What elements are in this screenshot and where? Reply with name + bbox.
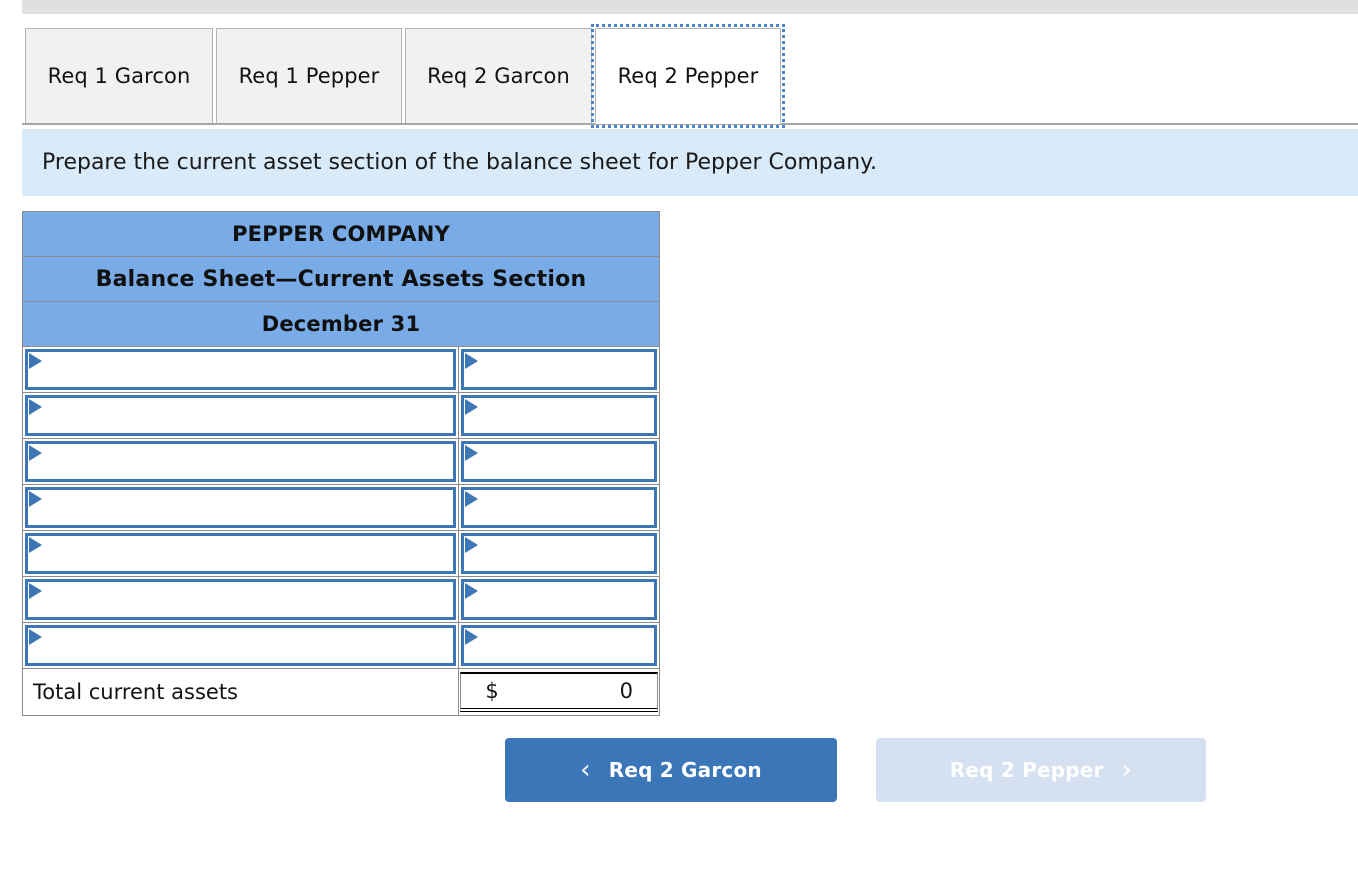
- dropdown-triangle-icon[interactable]: [29, 491, 42, 507]
- tab-label: Req 2 Garcon: [427, 64, 570, 88]
- dropdown-triangle-icon[interactable]: [465, 537, 479, 553]
- dropdown-triangle-icon[interactable]: [29, 399, 42, 415]
- sheet-subtitle: Balance Sheet—Current Assets Section: [23, 257, 659, 302]
- next-req-2-pepper-button[interactable]: Req 2 Pepper ›: [876, 738, 1206, 802]
- table-row: [23, 347, 659, 393]
- amount-input[interactable]: [461, 441, 657, 482]
- table-row: [23, 485, 659, 531]
- table-row: [23, 623, 659, 669]
- chevron-right-icon: ›: [1121, 755, 1133, 785]
- amount-input[interactable]: [461, 487, 657, 528]
- total-amount-cell: $ 0: [459, 669, 659, 715]
- dropdown-triangle-icon[interactable]: [465, 583, 479, 599]
- description-input[interactable]: [25, 533, 457, 574]
- tab-label: Req 1 Pepper: [238, 64, 380, 88]
- amount-cell: [459, 347, 659, 393]
- dropdown-triangle-icon[interactable]: [465, 491, 479, 507]
- amount-cell: [459, 485, 659, 531]
- total-amount-value: 0: [619, 679, 633, 703]
- description-cell: [23, 623, 460, 669]
- sheet-title: PEPPER COMPANY: [23, 212, 659, 257]
- tab-req-1-pepper[interactable]: Req 1 Pepper: [216, 28, 402, 124]
- dropdown-triangle-icon[interactable]: [465, 629, 479, 645]
- tab-label: Req 1 Garcon: [47, 64, 191, 88]
- sheet-date-text: December 31: [261, 312, 421, 336]
- next-button-label: Req 2 Pepper: [949, 758, 1104, 782]
- description-cell: [23, 531, 460, 577]
- sheet-title-text: PEPPER COMPANY: [232, 222, 450, 246]
- tab-req-2-garcon[interactable]: Req 2 Garcon: [405, 28, 592, 124]
- tab-req-1-garcon[interactable]: Req 1 Garcon: [25, 28, 213, 124]
- total-label-text: Total current assets: [33, 680, 238, 704]
- amount-cell: [459, 623, 659, 669]
- dropdown-triangle-icon[interactable]: [29, 537, 42, 553]
- chevron-left-icon: ‹: [580, 755, 591, 785]
- top-gray-strip: [22, 0, 1358, 14]
- currency-symbol: $: [485, 679, 499, 703]
- total-label: Total current assets: [23, 669, 460, 715]
- amount-cell: [459, 393, 659, 439]
- description-cell: [23, 485, 460, 531]
- amount-input[interactable]: [461, 395, 657, 436]
- table-row: [23, 393, 659, 439]
- dropdown-triangle-icon[interactable]: [465, 445, 479, 461]
- amount-input[interactable]: [461, 349, 657, 390]
- navigation-bar: ‹ Req 2 Garcon Req 2 Pepper ›: [0, 738, 1358, 802]
- table-row: [23, 439, 659, 485]
- sheet-subtitle-text: Balance Sheet—Current Assets Section: [95, 266, 587, 292]
- tab-req-2-pepper[interactable]: Req 2 Pepper: [591, 24, 785, 128]
- dropdown-triangle-icon[interactable]: [465, 399, 479, 415]
- table-row: [23, 577, 659, 623]
- description-cell: [23, 577, 460, 623]
- description-input[interactable]: [25, 625, 457, 666]
- amount-cell: [459, 439, 659, 485]
- tab-label: Req 2 Pepper: [617, 64, 759, 88]
- dropdown-triangle-icon[interactable]: [29, 583, 42, 599]
- description-cell: [23, 439, 460, 485]
- instruction-text: Prepare the current asset section of the…: [42, 150, 878, 175]
- prev-req-2-garcon-button[interactable]: ‹ Req 2 Garcon: [505, 738, 837, 802]
- amount-input[interactable]: [461, 579, 657, 620]
- description-input[interactable]: [25, 441, 457, 482]
- instruction-banner: Prepare the current asset section of the…: [22, 129, 1358, 196]
- dropdown-triangle-icon[interactable]: [29, 353, 42, 369]
- description-input[interactable]: [25, 349, 457, 390]
- description-cell: [23, 393, 460, 439]
- total-row: Total current assets $ 0: [23, 669, 659, 715]
- table-row: [23, 531, 659, 577]
- tab-bar: Req 1 Garcon Req 1 Pepper Req 2 Garcon R…: [0, 24, 1358, 128]
- amount-input[interactable]: [461, 533, 657, 574]
- prev-button-label: Req 2 Garcon: [608, 758, 762, 782]
- description-input[interactable]: [25, 487, 457, 528]
- amount-cell: [459, 531, 659, 577]
- description-input[interactable]: [25, 579, 457, 620]
- dropdown-triangle-icon[interactable]: [29, 629, 42, 645]
- description-cell: [23, 347, 460, 393]
- amount-cell: [459, 577, 659, 623]
- description-input[interactable]: [25, 395, 457, 436]
- dropdown-triangle-icon[interactable]: [29, 445, 42, 461]
- dropdown-triangle-icon[interactable]: [465, 353, 479, 369]
- balance-sheet-worksheet: PEPPER COMPANY Balance Sheet—Current Ass…: [22, 211, 660, 716]
- sheet-date: December 31: [23, 302, 659, 347]
- amount-input[interactable]: [461, 625, 657, 666]
